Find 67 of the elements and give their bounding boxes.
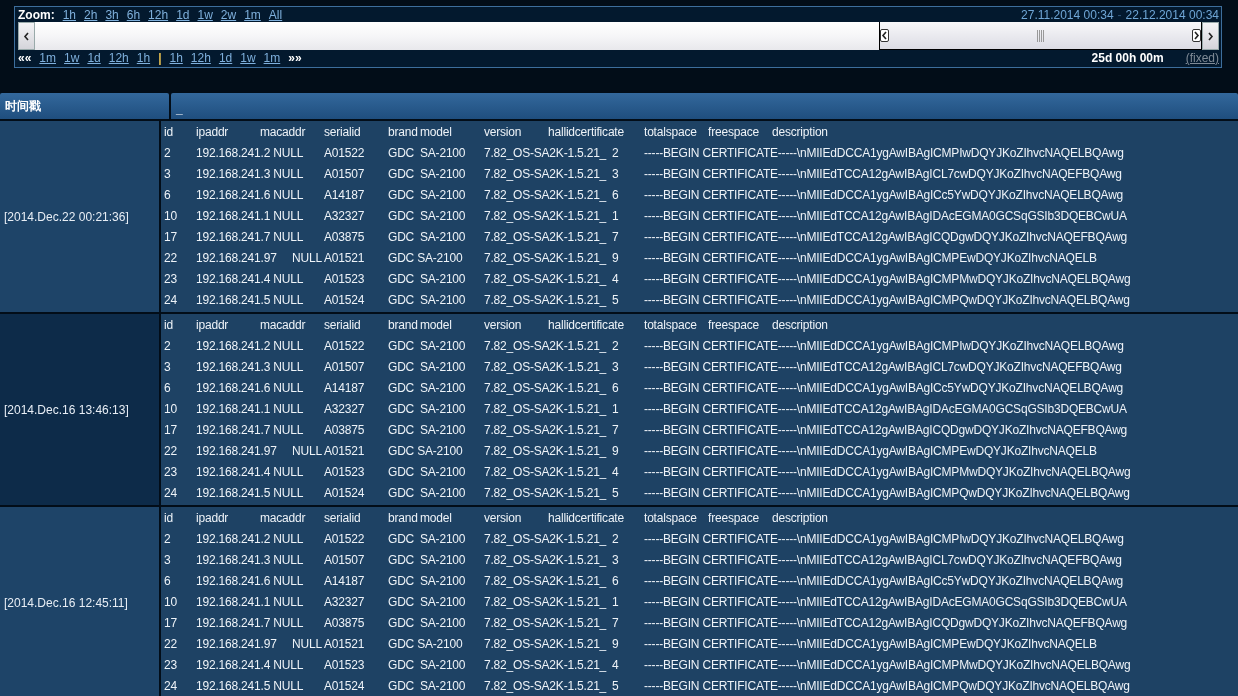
data-line: 2 192.168.241.2 NULL A01522 GDC SA-2100 7.82_OS-SA2K-1.5.21_ 2 -----BEGIN CERTIFICATE-----\nMIIEdDCCA1ygAwIBAgICMPIwDQYJKoZIhvcNAQELBQAwg: [164, 531, 1125, 548]
data-line: id ipaddr macaddr serialid brand model version hallidcertificate totalspace freespace description: [164, 317, 829, 334]
zoom-label: Zoom:: [18, 8, 55, 22]
separator: |: [158, 51, 162, 65]
duration-text: 25d 00h 00m: [1091, 51, 1164, 65]
data-line: id ipaddr macaddr serialid brand model version hallidcertificate totalspace freespace description: [164, 510, 829, 527]
timestamp-text: [2014.Dec.16 12:45:11]: [4, 595, 128, 610]
step-back-link[interactable]: 1d: [87, 51, 101, 65]
zoom-link[interactable]: 2w: [220, 8, 237, 22]
range-separator: -: [1117, 8, 1122, 22]
step-forward-link[interactable]: 1w: [240, 51, 256, 65]
data-line: 24 192.168.241.5 NULL A01524 GDC SA-2100 7.82_OS-SA2K-1.5.21_ 5 -----BEGIN CERTIFICATE-----\nMIIEdDCCA1ygAwIBAgICMPQwDQYJKoZIhvcNAQELBQAwg: [164, 678, 1131, 695]
data-line: 6 192.168.241.6 NULL A14187 GDC SA-2100 7.82_OS-SA2K-1.5.21_ 6 -----BEGIN CERTIFICATE-----\nMIIEdDCCA1ygAwIBAgICc5YwDQYJKoZIhvcNAQELBQAwg: [164, 380, 1125, 397]
step-back-link[interactable]: 1m: [39, 51, 57, 65]
data-line: 22 192.168.241.97 NULL A01521 GDC SA-2100 7.82_OS-SA2K-1.5.21_ 9 -----BEGIN CERTIFICATE-----\nMIIEdDCCA1ygAwIBAgICMPEwDQYJKoZIhvcNAQELB: [164, 636, 1098, 653]
data-line: 6 192.168.241.6 NULL A14187 GDC SA-2100 7.82_OS-SA2K-1.5.21_ 6 -----BEGIN CERTIFICATE-----\nMIIEdDCCA1ygAwIBAgICc5YwDQYJKoZIhvcNAQELBQAwg: [164, 573, 1125, 590]
data-line: 10 192.168.241.1 NULL A32327 GDC SA-2100 7.82_OS-SA2K-1.5.21_ 1 -----BEGIN CERTIFICATE-----\nMIIEdTCCA12gAwIBAgIDAcEGMA0GCSqGSIb3DQEBCwUA: [164, 401, 1128, 418]
data-line: 22 192.168.241.97 NULL A01521 GDC SA-2100 7.82_OS-SA2K-1.5.21_ 9 -----BEGIN CERTIFICATE-----\nMIIEdDCCA1ygAwIBAgICMPEwDQYJKoZIhvcNAQELB: [164, 443, 1098, 460]
range-window[interactable]: [879, 22, 1202, 50]
column-header: _: [171, 93, 1238, 119]
step-forward-link[interactable]: 12h: [190, 51, 211, 65]
zoom-link[interactable]: 1h: [62, 8, 76, 22]
forward-arrows[interactable]: »»: [288, 51, 302, 65]
data-line: 3 192.168.241.3 NULL A01507 GDC SA-2100 7.82_OS-SA2K-1.5.21_ 3 -----BEGIN CERTIFICATE-----\nMIIEdTCCA12gAwIBAgICL7cwDQYJKoZIhvcNAQEFBQAwg: [164, 552, 1123, 569]
data-line: 10 192.168.241.1 NULL A32327 GDC SA-2100 7.82_OS-SA2K-1.5.21_ 1 -----BEGIN CERTIFICATE-----\nMIIEdTCCA12gAwIBAgIDAcEGMA0GCSqGSIb3DQEBCwUA: [164, 594, 1128, 611]
data-line: 23 192.168.241.4 NULL A01523 GDC SA-2100 7.82_OS-SA2K-1.5.21_ 4 -----BEGIN CERTIFICATE-----\nMIIEdDCCA1ygAwIBAgICMPMwDQYJKoZIhvcNAQELBQAwg: [164, 657, 1132, 674]
data-line: 3 192.168.241.3 NULL A01507 GDC SA-2100 7.82_OS-SA2K-1.5.21_ 3 -----BEGIN CERTIFICATE-----\nMIIEdTCCA12gAwIBAgICL7cwDQYJKoZIhvcNAQEFBQAwg: [164, 166, 1123, 183]
range-start: 27.11.2014 00:34: [1021, 8, 1114, 22]
data-line: 3 192.168.241.3 NULL A01507 GDC SA-2100 7.82_OS-SA2K-1.5.21_ 3 -----BEGIN CERTIFICATE-----\nMIIEdTCCA12gAwIBAgICL7cwDQYJKoZIhvcNAQEFBQAwg: [164, 359, 1123, 376]
step-back-link[interactable]: 1h: [136, 51, 151, 65]
data-line: 22 192.168.241.97 NULL A01521 GDC SA-2100 7.82_OS-SA2K-1.5.21_ 9 -----BEGIN CERTIFICATE-----\nMIIEdDCCA1ygAwIBAgICMPEwDQYJKoZIhvcNAQELB: [164, 250, 1098, 267]
data-line: 2 192.168.241.2 NULL A01522 GDC SA-2100 7.82_OS-SA2K-1.5.21_ 2 -----BEGIN CERTIFICATE-----\nMIIEdDCCA1ygAwIBAgICMPIwDQYJKoZIhvcNAQELBQAwg: [164, 145, 1125, 162]
zoom-link[interactable]: All: [268, 8, 283, 22]
range-track[interactable]: [18, 22, 1219, 50]
back-arrows[interactable]: ««: [18, 51, 32, 65]
data-line: 17 192.168.241.7 NULL A03875 GDC SA-2100 7.82_OS-SA2K-1.5.21_ 7 -----BEGIN CERTIFICATE-----\nMIIEdTCCA12gAwIBAgICQDgwDQYJKoZIhvcNAQEFBQAwg: [164, 422, 1129, 439]
data-line: 2 192.168.241.2 NULL A01522 GDC SA-2100 7.82_OS-SA2K-1.5.21_ 2 -----BEGIN CERTIFICATE-----\nMIIEdDCCA1ygAwIBAgICMPIwDQYJKoZIhvcNAQELBQAwg: [164, 338, 1125, 355]
range-end: 22.12.2014 00:34: [1125, 8, 1219, 22]
step-forward-link[interactable]: 1m: [263, 51, 281, 65]
column-header: 时间戳: [0, 93, 169, 119]
data-line: 17 192.168.241.7 NULL A03875 GDC SA-2100 7.82_OS-SA2K-1.5.21_ 7 -----BEGIN CERTIFICATE-----\nMIIEdTCCA12gAwIBAgICQDgwDQYJKoZIhvcNAQEFBQAwg: [164, 229, 1129, 246]
timestamp-text: [2014.Dec.22 00:21:36]: [4, 209, 129, 224]
data-line: 23 192.168.241.4 NULL A01523 GDC SA-2100 7.82_OS-SA2K-1.5.21_ 4 -----BEGIN CERTIFICATE-----\nMIIEdDCCA1ygAwIBAgICMPMwDQYJKoZIhvcNAQELBQAwg: [164, 464, 1132, 481]
data-line: 17 192.168.241.7 NULL A03875 GDC SA-2100 7.82_OS-SA2K-1.5.21_ 7 -----BEGIN CERTIFICATE-----\nMIIEdTCCA12gAwIBAgICQDgwDQYJKoZIhvcNAQEFBQAwg: [164, 615, 1129, 632]
data-line: 24 192.168.241.5 NULL A01524 GDC SA-2100 7.82_OS-SA2K-1.5.21_ 5 -----BEGIN CERTIFICATE-----\nMIIEdDCCA1ygAwIBAgICMPQwDQYJKoZIhvcNAQELBQAwg: [164, 292, 1131, 309]
data-line: 6 192.168.241.6 NULL A14187 GDC SA-2100 7.82_OS-SA2K-1.5.21_ 6 -----BEGIN CERTIFICATE-----\nMIIEdDCCA1ygAwIBAgICc5YwDQYJKoZIhvcNAQELBQAwg: [164, 187, 1125, 204]
zoom-link[interactable]: 6h: [126, 8, 141, 22]
range-handle[interactable]: [1192, 29, 1201, 42]
data-line: 23 192.168.241.4 NULL A01523 GDC SA-2100 7.82_OS-SA2K-1.5.21_ 4 -----BEGIN CERTIFICATE-----\nMIIEdDCCA1ygAwIBAgICMPMwDQYJKoZIhvcNAQELBQAwg: [164, 271, 1132, 288]
zoom-link[interactable]: 12h: [148, 8, 169, 22]
scroll-left-button[interactable]: [18, 22, 35, 50]
zoom-link[interactable]: 1d: [176, 8, 190, 22]
zoom-link[interactable]: 3h: [105, 8, 119, 22]
zoom-link[interactable]: 2h: [84, 8, 98, 22]
timestamp-text: [2014.Dec.16 13:46:13]: [4, 402, 129, 417]
data-line: 10 192.168.241.1 NULL A32327 GDC SA-2100 7.82_OS-SA2K-1.5.21_ 1 -----BEGIN CERTIFICATE-----\nMIIEdTCCA12gAwIBAgIDAcEGMA0GCSqGSIb3DQEBCwUA: [164, 208, 1128, 225]
step-forward-link[interactable]: 1d: [218, 51, 233, 65]
range-handle[interactable]: [880, 29, 889, 42]
scroll-right-button[interactable]: [1202, 22, 1219, 50]
fixed-link[interactable]: (fixed): [1185, 51, 1219, 65]
zoom-link[interactable]: 1m: [244, 8, 261, 22]
step-back-link[interactable]: 1w: [64, 51, 80, 65]
data-line: id ipaddr macaddr serialid brand model version hallidcertificate totalspace freespace description: [164, 124, 829, 141]
step-back-link[interactable]: 12h: [108, 51, 129, 65]
step-forward-link[interactable]: 1h: [169, 51, 183, 65]
data-line: 24 192.168.241.5 NULL A01524 GDC SA-2100 7.82_OS-SA2K-1.5.21_ 5 -----BEGIN CERTIFICATE-----\nMIIEdDCCA1ygAwIBAgICMPQwDQYJKoZIhvcNAQELBQAwg: [164, 485, 1131, 502]
zoom-link[interactable]: 1w: [197, 8, 213, 22]
